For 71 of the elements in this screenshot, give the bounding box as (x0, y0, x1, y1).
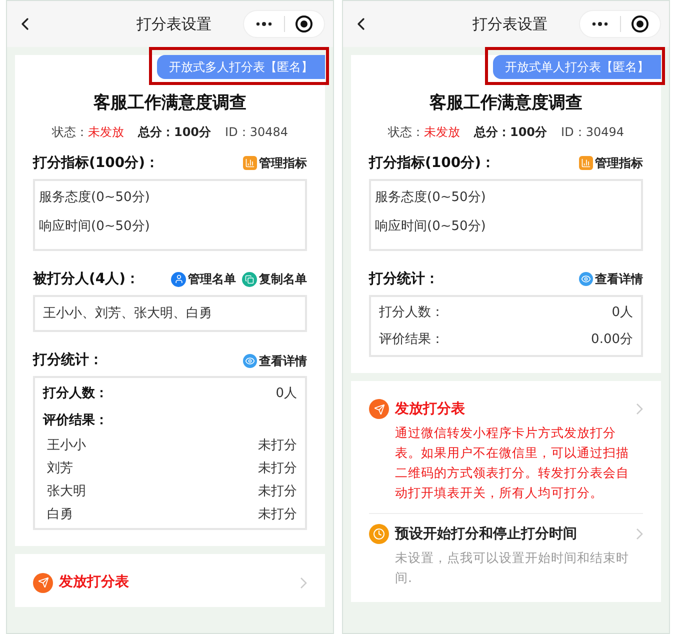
status-value: 未发放 (88, 124, 124, 140)
send-icon (33, 572, 53, 592)
stat-value: 0人 (612, 304, 633, 322)
nav-title: 打分表设置 (136, 14, 212, 35)
more-icon[interactable] (256, 22, 272, 26)
chevron-right-icon (636, 528, 643, 540)
stat-label: 打分人数： (43, 385, 108, 403)
section-heading: 打分统计： (369, 270, 439, 288)
capsule-menu[interactable] (243, 10, 325, 38)
step-title: 预设开始打分和停止打分时间 (395, 524, 578, 544)
survey-title: 客服工作满意度调查 (92, 92, 248, 115)
section-action-link[interactable]: 管理指标 (579, 154, 643, 172)
person-name: 王小小 (47, 437, 86, 455)
status-label: 状态： (388, 124, 424, 140)
capsule-menu[interactable] (579, 10, 661, 38)
stat-label: 评价结果： (379, 330, 444, 348)
indicator-item: 响应时间(0~50分) (39, 218, 151, 236)
person-name: 张大明 (47, 483, 86, 501)
form-type-badge: 开放式多人打分表【匿名】 (157, 55, 325, 79)
section-action-link[interactable]: 查看详情 (243, 352, 307, 370)
eye-icon (579, 272, 593, 286)
indicator-item: 服务态度(0~50分) (39, 188, 151, 206)
names-field: 王小小、刘芳、张大明、白勇 (33, 294, 307, 332)
section-action-link[interactable]: 查看详情 (579, 270, 643, 288)
score-status: 未打分 (258, 483, 297, 501)
total-score: 总分：100分 (138, 124, 212, 140)
chevron-right-icon (636, 403, 643, 415)
score-status: 未打分 (258, 460, 297, 478)
target-icon[interactable] (631, 15, 649, 33)
section-heading: 被打分人(4人)： (33, 270, 140, 288)
status-label: 状态： (52, 124, 88, 140)
chart-icon (243, 156, 257, 170)
copy-icon (242, 272, 257, 286)
section-heading: 打分指标(100分)： (369, 154, 496, 172)
section-action-link[interactable]: 复制名单 (242, 270, 307, 288)
total-score: 总分：100分 (474, 124, 548, 140)
eye-icon (243, 354, 257, 368)
section-heading: 打分指标(100分)： (33, 154, 160, 172)
clock-icon (369, 524, 389, 544)
step-item[interactable]: 发放打分表 (33, 562, 307, 603)
stat-label: 评价结果： (43, 412, 108, 430)
form-type-badge: 开放式单人打分表【匿名】 (493, 55, 661, 79)
status-value: 未发放 (424, 124, 460, 140)
indicator-item: 服务态度(0~50分) (375, 188, 487, 206)
score-status: 未打分 (258, 506, 297, 524)
step-title: 发放打分表 (395, 400, 466, 418)
stat-value: 0.00分 (591, 330, 633, 348)
chevron-right-icon (300, 576, 307, 588)
section-heading: 打分统计： (33, 351, 103, 370)
step-description: 未设置，点我可以设置开始时间和结束时间. (395, 548, 630, 586)
indicator-item: 响应时间(0~50分) (375, 218, 487, 236)
score-status: 未打分 (258, 437, 297, 455)
step-item[interactable]: 发放打分表 通过微信转发小程序卡片方式发放打分表。如果用户不在微信里，可以通过扫描二维码的方式领表打分。转发打分表会自动打开填表开关，所有人均可打分。 (369, 388, 643, 512)
user-icon (171, 272, 186, 286)
step-title: 发放打分表 (59, 573, 130, 592)
section-action-link[interactable]: 管理指标 (243, 154, 307, 172)
form-id: ID：30484 (225, 124, 288, 140)
more-icon[interactable] (592, 22, 608, 26)
stat-label: 打分人数： (379, 304, 444, 322)
form-id: ID：30494 (561, 124, 624, 140)
person-name: 白勇 (47, 506, 73, 524)
section-action-link[interactable]: 管理名单 (171, 270, 236, 288)
nav-title: 打分表设置 (472, 14, 548, 35)
survey-title: 客服工作满意度调查 (428, 92, 584, 115)
step-item[interactable]: 预设开始打分和停止打分时间 未设置，点我可以设置开始时间和结束时间. (369, 512, 643, 598)
stat-value: 0人 (276, 385, 297, 403)
send-icon (369, 399, 389, 419)
step-description: 通过微信转发小程序卡片方式发放打分表。如果用户不在微信里，可以通过扫描二维码的方式领表打分。转发打分表会自动打开填表开关，所有人均可打分。 (395, 424, 630, 502)
person-name: 刘芳 (47, 460, 73, 478)
target-icon[interactable] (295, 15, 313, 33)
chart-icon (579, 156, 593, 170)
